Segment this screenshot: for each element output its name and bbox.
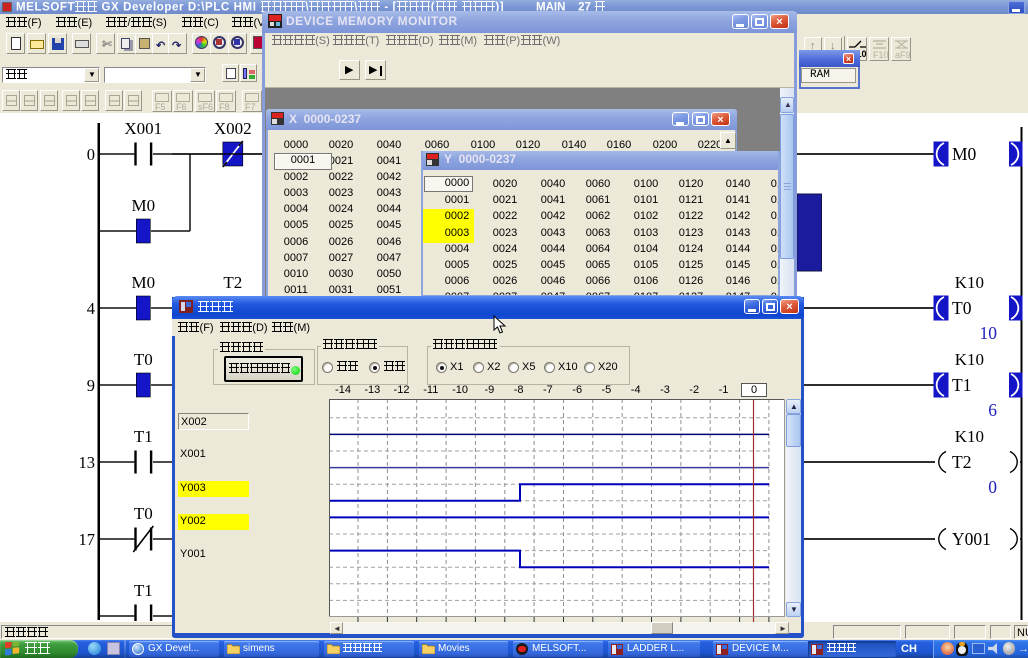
svg-text:T2: T2	[952, 452, 971, 472]
svg-text:K10: K10	[955, 273, 984, 292]
svg-text:T0: T0	[134, 350, 153, 369]
svg-text:T1: T1	[952, 375, 971, 395]
svg-text:M0: M0	[952, 144, 977, 164]
svg-text:0: 0	[87, 145, 95, 164]
svg-text:T0: T0	[134, 504, 153, 523]
svg-text:M0: M0	[131, 273, 155, 292]
svg-text:10: 10	[980, 323, 998, 343]
svg-text:9: 9	[87, 376, 95, 395]
svg-text:Y001: Y001	[952, 529, 991, 549]
svg-text:K10: K10	[955, 427, 984, 446]
svg-text:17: 17	[79, 530, 96, 549]
svg-text:X002: X002	[214, 119, 252, 138]
svg-text:T0: T0	[952, 298, 972, 318]
svg-text:M0: M0	[131, 196, 155, 215]
svg-text:X001: X001	[124, 119, 162, 138]
svg-text:T2: T2	[223, 273, 242, 292]
svg-text:4: 4	[87, 299, 95, 318]
svg-text:6: 6	[988, 400, 997, 420]
svg-text:0: 0	[988, 477, 997, 497]
svg-text:T1: T1	[134, 581, 153, 600]
svg-text:K10: K10	[955, 350, 984, 369]
svg-text:13: 13	[79, 453, 96, 472]
svg-text:T1: T1	[134, 427, 153, 446]
